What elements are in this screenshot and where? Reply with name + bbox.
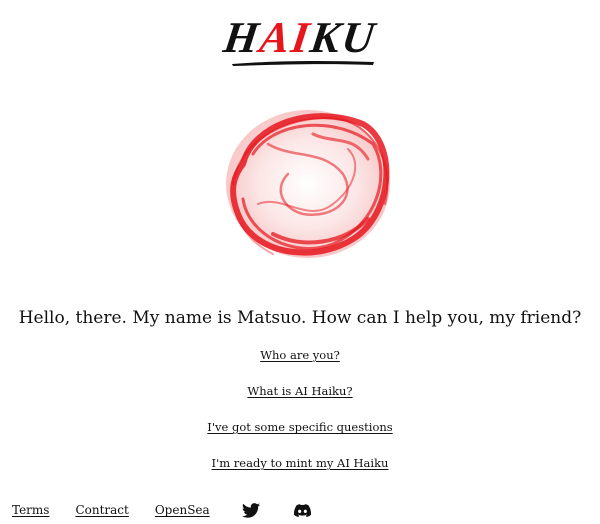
red-enso-image	[226, 110, 390, 258]
option-what-is-ai-haiku[interactable]: What is AI Haiku?	[0, 383, 600, 399]
footer: Terms Contract OpenSea	[12, 500, 311, 520]
option-specific-questions[interactable]: I've got some specific questions	[0, 419, 600, 435]
greeting-message: Hello, there. My name is Matsuo. How can…	[18, 308, 582, 328]
footer-link-contract[interactable]: Contract	[75, 500, 128, 520]
option-ready-to-mint[interactable]: I'm ready to mint my AI Haiku	[0, 455, 600, 471]
discord-icon[interactable]	[293, 503, 311, 517]
logo-wordmark: HAIKU	[220, 13, 380, 62]
logo-brush-stroke	[232, 60, 374, 66]
twitter-icon[interactable]	[241, 502, 260, 518]
footer-link-terms[interactable]: Terms	[12, 500, 49, 520]
option-who-are-you[interactable]: Who are you?	[0, 347, 600, 363]
footer-link-opensea[interactable]: OpenSea	[155, 500, 210, 520]
